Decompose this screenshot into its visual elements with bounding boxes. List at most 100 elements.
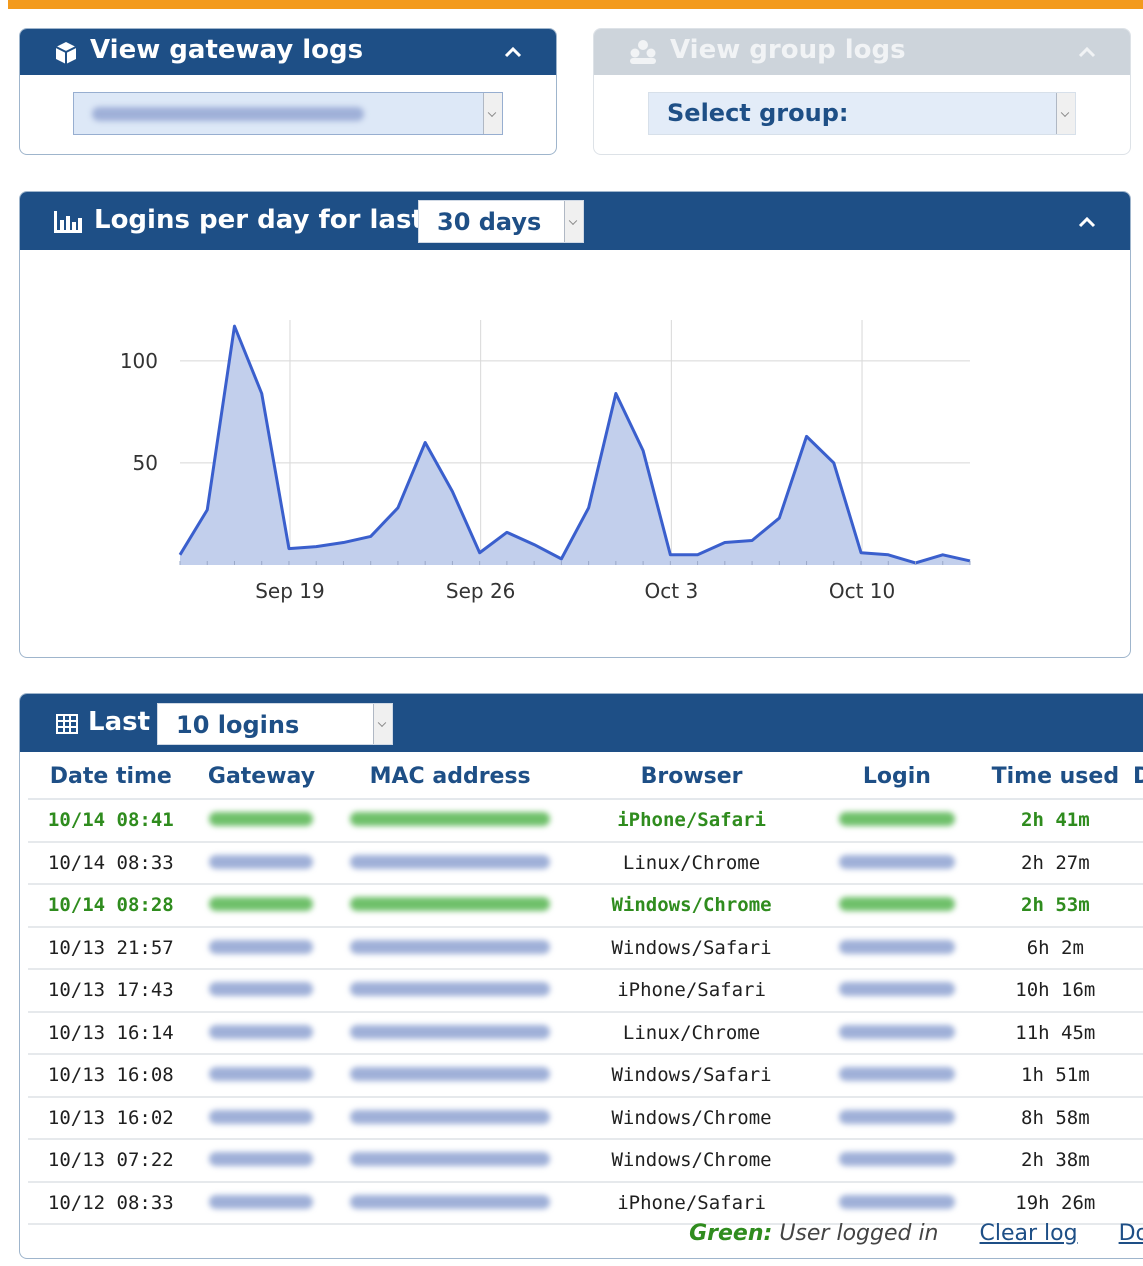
time-used-cell: 8h 58m	[981, 1096, 1130, 1140]
clear-log-link[interactable]: Clear log	[980, 1221, 1078, 1246]
last-logins-header: Last 10 logins	[20, 694, 1143, 752]
column-header[interactable]: Date time	[28, 754, 194, 800]
redacted-value	[209, 939, 314, 954]
logins-area-chart: 50 100 Sep 19 Sep 26 Oct 3 Oct 10	[120, 320, 971, 603]
datetime-cell: 10/13 16:14	[28, 1011, 194, 1055]
chevron-up-icon[interactable]	[504, 43, 522, 61]
column-header[interactable]: MAC address	[329, 754, 571, 800]
time-used-cell: 2h 38m	[981, 1139, 1130, 1183]
datetime-cell: 10/13 21:57	[28, 926, 194, 970]
redacted-value	[838, 812, 955, 827]
redacted-value	[838, 854, 955, 869]
gateway-cell	[193, 884, 330, 928]
table-row[interactable]: 10/13 16:08 Windows/Safari 1h 51m	[28, 1054, 1143, 1098]
logins-chart-panel: Logins per day for last 30 days 50 100 Sep…	[19, 191, 1131, 658]
bar-chart-icon	[54, 211, 82, 233]
table-row[interactable]: 10/14 08:33 Linux/Chrome 2h 27m	[28, 841, 1143, 885]
datetime-cell: 10/14 08:41	[28, 799, 194, 843]
table-row[interactable]: 10/13 21:57 Windows/Safari 6h 2m	[28, 926, 1143, 970]
table-row[interactable]: 10/12 08:33 iPhone/Safari 19h 26m	[28, 1181, 1143, 1225]
browser-cell: iPhone/Safari	[570, 1181, 813, 1225]
time-used-cell: 2h 27m	[981, 841, 1130, 885]
extra-cell	[1129, 799, 1143, 843]
redacted-value	[838, 1109, 955, 1124]
time-used-cell: 19h 26m	[981, 1181, 1130, 1225]
days-range-select[interactable]: 30 days	[418, 200, 584, 243]
chevron-down-icon[interactable]	[564, 201, 583, 242]
redacted-value	[350, 812, 551, 827]
redacted-value	[209, 1152, 314, 1167]
time-used-cell: 2h 41m	[981, 799, 1130, 843]
group-select[interactable]: Select group:	[648, 92, 1076, 135]
time-used-cell: 6h 2m	[981, 926, 1130, 970]
time-used-cell: 10h 16m	[981, 969, 1130, 1013]
gateway-logs-panel: View gateway logs	[19, 28, 557, 155]
browser-cell: iPhone/Safari	[570, 969, 813, 1013]
browser-cell: iPhone/Safari	[570, 799, 813, 843]
logins-table: Date time Gateway MAC address Browser Login T…	[28, 754, 1143, 1225]
gateway-cell	[193, 1054, 330, 1098]
chevron-down-icon[interactable]	[1056, 93, 1075, 134]
column-header[interactable]: Login	[812, 754, 982, 800]
logins-count-select[interactable]: 10 logins	[157, 703, 393, 745]
gateway-logs-header[interactable]: View gateway logs	[20, 29, 556, 75]
column-header[interactable]: D	[1129, 754, 1143, 800]
column-header[interactable]: Gateway	[193, 754, 330, 800]
x-tick-label: Oct 10	[829, 579, 895, 603]
mac-address-cell	[329, 1181, 571, 1225]
extra-cell	[1129, 884, 1143, 928]
time-used-cell: 2h 53m	[981, 884, 1130, 928]
mac-address-cell	[329, 884, 571, 928]
browser-cell: Windows/Chrome	[570, 1139, 813, 1183]
chevron-down-icon[interactable]	[373, 704, 392, 744]
mac-address-cell	[329, 1096, 571, 1140]
datetime-cell: 10/14 08:28	[28, 884, 194, 928]
series-area	[180, 326, 970, 565]
browser-cell: Linux/Chrome	[570, 841, 813, 885]
column-header[interactable]: Browser	[570, 754, 813, 800]
last-logins-title: Last	[88, 707, 151, 737]
datetime-cell: 10/13 16:08	[28, 1054, 194, 1098]
login-cell	[812, 841, 982, 885]
redacted-value	[350, 939, 551, 954]
chevron-down-icon[interactable]	[483, 93, 502, 134]
table-row[interactable]: 10/13 16:02 Windows/Chrome 8h 58m	[28, 1096, 1143, 1140]
table-row[interactable]: 10/13 17:43 iPhone/Safari 10h 16m	[28, 969, 1143, 1013]
redacted-value	[838, 1194, 955, 1209]
chevron-up-icon[interactable]	[1078, 213, 1096, 231]
redacted-value	[350, 1152, 551, 1167]
column-header[interactable]: Time used	[981, 754, 1130, 800]
mac-address-cell	[329, 1139, 571, 1183]
extra-cell	[1129, 926, 1143, 970]
table-row[interactable]: 10/14 08:41 iPhone/Safari 2h 41m	[28, 799, 1143, 843]
group-logs-title: View group logs	[670, 35, 906, 65]
browser-cell: Linux/Chrome	[570, 1011, 813, 1055]
gateway-select[interactable]	[73, 92, 503, 135]
redacted-value	[209, 1109, 314, 1124]
table-row[interactable]: 10/13 07:22 Windows/Chrome 2h 38m	[28, 1139, 1143, 1183]
extra-cell	[1129, 841, 1143, 885]
redacted-value	[209, 854, 314, 869]
legend-green-label: Green:	[689, 1221, 773, 1246]
x-tick-label: Sep 19	[255, 579, 325, 603]
table-row[interactable]: 10/13 16:14 Linux/Chrome 11h 45m	[28, 1011, 1143, 1055]
extra-cell	[1129, 1139, 1143, 1183]
x-tick-label: Oct 3	[645, 579, 699, 603]
mac-address-cell	[329, 969, 571, 1013]
table-row[interactable]: 10/14 08:28 Windows/Chrome 2h 53m	[28, 884, 1143, 928]
y-tick-label: 100	[120, 349, 158, 373]
extra-cell	[1129, 1011, 1143, 1055]
gateway-select-value	[92, 107, 364, 121]
redacted-value	[350, 982, 551, 997]
mac-address-cell	[329, 1011, 571, 1055]
redacted-value	[838, 939, 955, 954]
x-tick-label: Sep 26	[446, 579, 516, 603]
redacted-value	[350, 897, 551, 912]
gateway-cell	[193, 969, 330, 1013]
datetime-cell: 10/12 08:33	[28, 1181, 194, 1225]
download-link[interactable]: Dow	[1119, 1221, 1143, 1246]
gateway-cell	[193, 1181, 330, 1225]
cube-icon	[55, 42, 77, 64]
mac-address-cell	[329, 926, 571, 970]
group-select-placeholder: Select group:	[667, 99, 849, 127]
